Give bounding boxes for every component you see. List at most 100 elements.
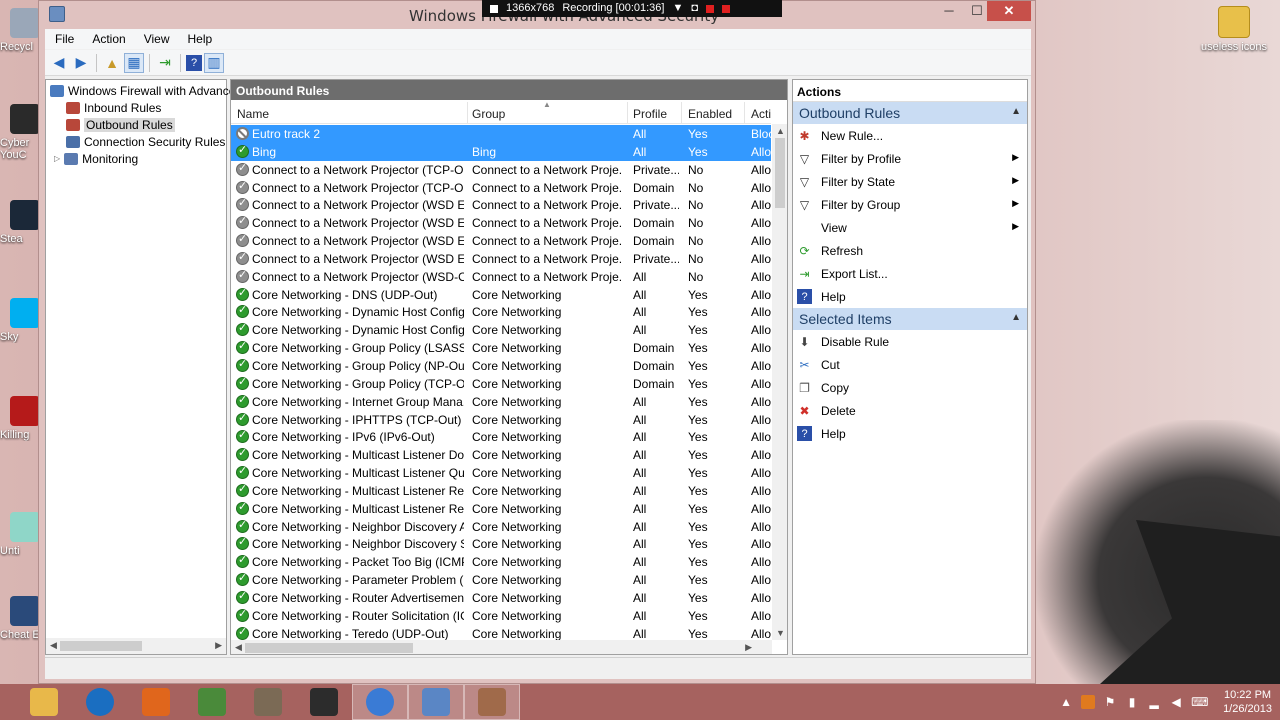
action-item[interactable]: ? Help: [793, 422, 1027, 445]
rule-row[interactable]: Core Networking - Neighbor Discovery S..…: [231, 535, 771, 553]
menu-help[interactable]: Help: [178, 29, 221, 49]
scroll-up-icon[interactable]: ▲: [776, 126, 785, 136]
volume-icon[interactable]: ◀: [1169, 695, 1183, 709]
rule-row[interactable]: Core Networking - Group Policy (TCP-O...…: [231, 375, 771, 393]
rule-row[interactable]: Core Networking - Group Policy (NP-Out) C…: [231, 357, 771, 375]
rule-row[interactable]: Core Networking - DNS (UDP-Out) Core Netw…: [231, 286, 771, 304]
rule-row[interactable]: Connect to a Network Projector (TCP-Out)…: [231, 179, 771, 197]
up-folder-icon[interactable]: ▲: [102, 53, 122, 73]
rule-row[interactable]: Connect to a Network Projector (TCP-Out)…: [231, 161, 771, 179]
desktop-icon[interactable]: Unti: [0, 512, 40, 557]
rule-row[interactable]: Core Networking - Parameter Problem (I..…: [231, 571, 771, 589]
rule-row[interactable]: Connect to a Network Projector (WSD Ev..…: [231, 196, 771, 214]
rule-row[interactable]: Core Networking - Multicast Listener Rep…: [231, 482, 771, 500]
desktop-icon[interactable]: Cheat E: [0, 596, 40, 641]
export-list-icon[interactable]: ⇥: [155, 53, 175, 73]
taskbar-button[interactable]: [184, 684, 240, 720]
keyboard-icon[interactable]: ⌨: [1191, 695, 1208, 709]
action-item[interactable]: ▽ Filter by Profile ▶: [793, 147, 1027, 170]
stop-icon[interactable]: [722, 4, 731, 13]
rules-horizontal-scrollbar[interactable]: ◀ ▶: [231, 640, 772, 654]
rule-row[interactable]: Core Networking - IPv6 (IPv6-Out) Core Ne…: [231, 428, 771, 446]
column-divider[interactable]: [681, 102, 682, 124]
scroll-down-icon[interactable]: ▼: [776, 628, 785, 638]
desktop-icon[interactable]: Stea: [0, 200, 40, 245]
action-item[interactable]: ▽ Filter by State ▶: [793, 170, 1027, 193]
rule-row[interactable]: Connect to a Network Projector (WSD Ev..…: [231, 250, 771, 268]
column-divider[interactable]: [467, 102, 468, 124]
minimize-button[interactable]: ─: [935, 1, 963, 21]
scrollbar-thumb[interactable]: [775, 138, 785, 208]
tree-horizontal-scrollbar[interactable]: ◀ ▶: [46, 638, 226, 654]
close-button[interactable]: ✕: [987, 1, 1031, 21]
rule-row[interactable]: Core Networking - Teredo (UDP-Out) Core N…: [231, 625, 771, 640]
tray-app-icon[interactable]: [1081, 695, 1096, 709]
scroll-right-icon[interactable]: ▶: [745, 642, 752, 653]
action-item[interactable]: ❐ Copy: [793, 376, 1027, 399]
desktop-icon[interactable]: Cyber YouC: [0, 104, 40, 161]
rule-row[interactable]: Core Networking - Multicast Listener Rep…: [231, 500, 771, 518]
rule-row[interactable]: Core Networking - Internet Group Mana...…: [231, 393, 771, 411]
rule-row[interactable]: Eutro track 2 All Yes Bloc: [231, 125, 771, 143]
taskbar-button[interactable]: [128, 684, 184, 720]
screen-size-icon[interactable]: [490, 4, 498, 13]
tree-item-outbound-rules[interactable]: Outbound Rules: [66, 116, 175, 133]
tree-item-connection-security-rules[interactable]: Connection Security Rules: [66, 133, 225, 150]
column-header-name[interactable]: Name: [237, 107, 269, 121]
rule-row[interactable]: Core Networking - Multicast Listener Qu.…: [231, 464, 771, 482]
tree-item-inbound-rules[interactable]: Inbound Rules: [66, 99, 161, 116]
desktop-icon[interactable]: Sky: [0, 298, 40, 343]
rule-row[interactable]: Core Networking - Packet Too Big (ICMP..…: [231, 553, 771, 571]
desktop-icon-useless-icons[interactable]: useless icons: [1196, 6, 1272, 53]
rule-row[interactable]: Core Networking - IPHTTPS (TCP-Out) Core …: [231, 411, 771, 429]
scroll-left-icon[interactable]: ◀: [235, 642, 242, 653]
column-header-group[interactable]: Group: [472, 107, 505, 121]
rule-row[interactable]: Core Networking - Neighbor Discovery A..…: [231, 518, 771, 536]
rule-row[interactable]: Bing Bing All Yes Allo: [231, 142, 771, 161]
taskbar-button[interactable]: [72, 684, 128, 720]
actions-section-header[interactable]: Selected Items ▲: [793, 308, 1027, 330]
dropdown-icon[interactable]: ▼: [672, 0, 683, 17]
rule-row[interactable]: Core Networking - Router Advertisement..…: [231, 589, 771, 607]
help-icon[interactable]: ?: [186, 54, 202, 71]
action-item[interactable]: ✖ Delete: [793, 399, 1027, 422]
column-header-action[interactable]: Acti: [751, 107, 771, 121]
taskbar-button[interactable]: [296, 684, 352, 720]
back-icon[interactable]: ◀: [49, 53, 69, 73]
desktop-icon[interactable]: Recycl: [0, 8, 40, 53]
expand-arrow-icon[interactable]: ▷: [54, 154, 60, 163]
scrollbar-thumb[interactable]: [245, 643, 413, 653]
forward-icon[interactable]: ▶: [71, 53, 91, 73]
rule-row[interactable]: Connect to a Network Projector (WSD-O...…: [231, 268, 771, 286]
pause-icon[interactable]: [706, 4, 715, 13]
rule-row[interactable]: Core Networking - Group Policy (LSASS-..…: [231, 339, 771, 357]
desktop-icon[interactable]: Killing: [0, 396, 40, 441]
menu-file[interactable]: File: [45, 29, 82, 49]
action-item[interactable]: ✱ New Rule...: [793, 124, 1027, 147]
action-item[interactable]: ⟳ Refresh: [793, 239, 1027, 262]
network-icon[interactable]: ▂: [1147, 695, 1161, 709]
rule-row[interactable]: Core Networking - Router Solicitation (I…: [231, 607, 771, 625]
rule-row[interactable]: Connect to a Network Projector (WSD Ev..…: [231, 232, 771, 250]
clock[interactable]: 10:22 PM 1/26/2013: [1223, 688, 1272, 716]
action-item[interactable]: ⬇ Disable Rule: [793, 330, 1027, 353]
rule-row[interactable]: Core Networking - Dynamic Host Config...…: [231, 321, 771, 339]
column-divider[interactable]: [744, 102, 745, 124]
taskbar-button[interactable]: [408, 684, 464, 720]
column-header-profile[interactable]: Profile: [633, 107, 667, 121]
camera-icon[interactable]: ◘: [691, 0, 698, 17]
actions-section-header[interactable]: Outbound Rules ▲: [793, 102, 1027, 124]
scrollbar-thumb[interactable]: [60, 641, 142, 651]
column-divider[interactable]: [627, 102, 628, 124]
rule-row[interactable]: Connect to a Network Projector (WSD Ev..…: [231, 214, 771, 232]
collapse-icon[interactable]: ▲: [1011, 312, 1021, 323]
menu-action[interactable]: Action: [82, 29, 133, 49]
taskbar-button[interactable]: [16, 684, 72, 720]
collapse-icon[interactable]: ▲: [1011, 106, 1021, 117]
show-hide-action-pane-icon[interactable]: ▥: [204, 52, 224, 73]
action-item[interactable]: View ▶: [793, 216, 1027, 239]
column-header-enabled[interactable]: Enabled: [688, 107, 732, 121]
tree-item-monitoring[interactable]: ▷ Monitoring: [54, 150, 138, 167]
action-item[interactable]: ⇥ Export List...: [793, 262, 1027, 285]
taskbar-button[interactable]: [240, 684, 296, 720]
